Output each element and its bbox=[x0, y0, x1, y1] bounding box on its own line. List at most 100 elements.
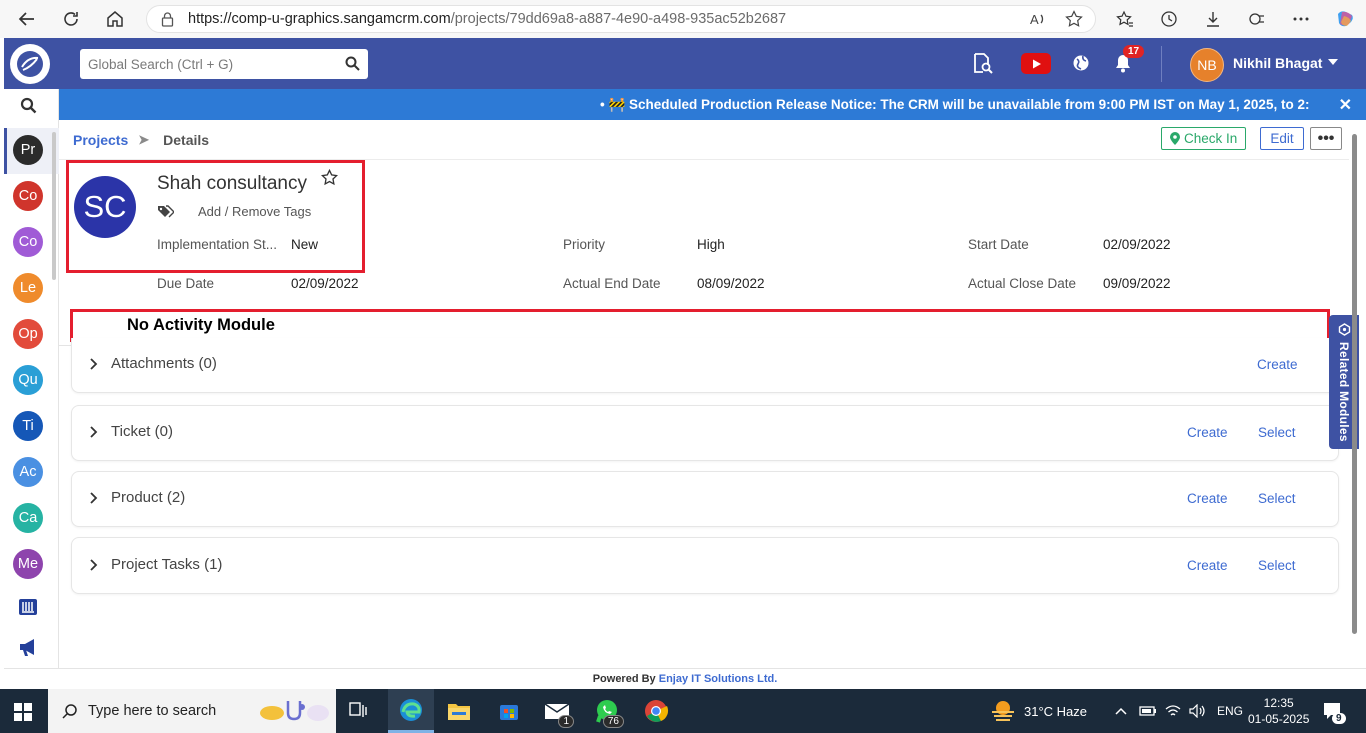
sidebar-item-companies[interactable]: Co bbox=[13, 227, 43, 257]
panel-title-project-tasks[interactable]: Project Tasks (1) bbox=[111, 556, 222, 573]
inventory-icon[interactable] bbox=[18, 598, 38, 616]
footer-prefix: Powered By bbox=[592, 673, 656, 685]
favorite-star-icon[interactable] bbox=[1065, 10, 1083, 28]
globe-icon[interactable] bbox=[1072, 54, 1090, 72]
sidebar-item-opportunities[interactable]: Op bbox=[13, 319, 43, 349]
field-value-actual-end-date: 08/09/2022 bbox=[697, 276, 765, 291]
weather-widget[interactable]: 31°C Haze bbox=[990, 689, 1087, 733]
user-name[interactable]: Nikhil Bhagat bbox=[1233, 55, 1322, 71]
ticket-create-link[interactable]: Create bbox=[1187, 425, 1228, 440]
panel-project-tasks[interactable]: Project Tasks (1) Create Select bbox=[71, 537, 1339, 594]
search-highlight-icon bbox=[258, 697, 330, 725]
attachments-create-link[interactable]: Create bbox=[1257, 357, 1298, 372]
chevron-right-icon[interactable] bbox=[90, 492, 98, 504]
read-aloud-icon[interactable]: A bbox=[1029, 10, 1047, 28]
user-avatar[interactable]: NB bbox=[1190, 48, 1224, 82]
chrome-icon[interactable] bbox=[633, 689, 679, 733]
project-tasks-create-link[interactable]: Create bbox=[1187, 558, 1228, 573]
copilot-icon[interactable] bbox=[1328, 2, 1362, 36]
notification-center-badge: 9 bbox=[1332, 713, 1346, 724]
whatsapp-icon[interactable]: 76 bbox=[584, 689, 630, 733]
sidebar-item-leads[interactable]: Le bbox=[13, 273, 43, 303]
extensions-icon[interactable] bbox=[1240, 2, 1274, 36]
chevron-down-icon[interactable] bbox=[1328, 59, 1338, 65]
input-language[interactable]: ENG bbox=[1217, 704, 1243, 718]
project-tasks-select-link[interactable]: Select bbox=[1258, 558, 1296, 573]
favorites-icon[interactable] bbox=[1108, 2, 1142, 36]
mail-icon[interactable]: 1 bbox=[534, 689, 580, 733]
panel-attachments[interactable]: Attachments (0) Create bbox=[71, 338, 1339, 393]
refresh-icon[interactable] bbox=[54, 2, 88, 36]
panel-title-attachments[interactable]: Attachments (0) bbox=[111, 355, 217, 372]
more-menu-icon[interactable] bbox=[1284, 2, 1318, 36]
sidebar-item-tickets[interactable]: Ti bbox=[13, 411, 43, 441]
product-create-link[interactable]: Create bbox=[1187, 491, 1228, 506]
field-label-due-date: Due Date bbox=[157, 276, 215, 291]
panel-ticket[interactable]: Ticket (0) Create Select bbox=[71, 405, 1339, 461]
more-actions-button[interactable]: ••• bbox=[1310, 127, 1342, 150]
megaphone-icon[interactable] bbox=[18, 637, 40, 657]
global-search-input[interactable]: Global Search (Ctrl + G) bbox=[80, 49, 368, 79]
related-modules-icon bbox=[1338, 323, 1350, 336]
sidebar-item-meetings[interactable]: Me bbox=[13, 549, 43, 579]
file-explorer-icon[interactable] bbox=[436, 689, 482, 733]
release-notice-banner: • 🚧 Scheduled Production Release Notice:… bbox=[59, 89, 1366, 120]
product-select-link[interactable]: Select bbox=[1258, 491, 1296, 506]
breadcrumb-projects-link[interactable]: Projects bbox=[73, 132, 128, 148]
field-value-priority: High bbox=[697, 237, 725, 252]
weather-text: 31°C Haze bbox=[1024, 703, 1088, 719]
sidebar-item-contacts[interactable]: Co bbox=[13, 181, 43, 211]
panel-product[interactable]: Product (2) Create Select bbox=[71, 471, 1339, 527]
main-scrollbar[interactable] bbox=[1352, 134, 1357, 634]
chevron-up-icon[interactable] bbox=[1115, 707, 1127, 715]
chevron-right-icon[interactable] bbox=[90, 426, 98, 438]
app-logo[interactable] bbox=[10, 44, 50, 84]
panel-title-product[interactable]: Product (2) bbox=[111, 489, 185, 506]
microsoft-store-icon[interactable] bbox=[486, 689, 532, 733]
notice-text: • 🚧 Scheduled Production Release Notice:… bbox=[600, 97, 1310, 112]
back-icon[interactable] bbox=[10, 2, 44, 36]
address-bar[interactable]: https://comp-u-graphics.sangamcrm.com/pr… bbox=[146, 5, 1096, 33]
chevron-right-icon[interactable] bbox=[90, 559, 98, 571]
edit-button[interactable]: Edit bbox=[1260, 127, 1304, 150]
document-search-icon[interactable] bbox=[971, 52, 993, 74]
history-icon[interactable] bbox=[1152, 2, 1186, 36]
home-icon[interactable] bbox=[98, 2, 132, 36]
related-modules-label: Related Modules bbox=[1337, 342, 1351, 442]
footer-company-link[interactable]: Enjay IT Solutions Ltd. bbox=[659, 673, 778, 685]
sidebar-item-quotes[interactable]: Qu bbox=[13, 365, 43, 395]
download-icon[interactable] bbox=[1196, 2, 1230, 36]
check-in-button[interactable]: Check In bbox=[1161, 127, 1247, 150]
annotation-box-header bbox=[66, 160, 365, 273]
sidebar-item-activities[interactable]: Ac bbox=[13, 457, 43, 487]
volume-icon[interactable] bbox=[1189, 704, 1205, 718]
battery-icon[interactable] bbox=[1139, 705, 1157, 717]
chevron-right-icon[interactable] bbox=[90, 358, 98, 370]
panel-title-ticket[interactable]: Ticket (0) bbox=[111, 423, 173, 440]
search-icon[interactable] bbox=[345, 56, 360, 71]
youtube-icon[interactable] bbox=[1021, 53, 1051, 74]
breadcrumb-arrow-icon: ➤ bbox=[138, 132, 150, 147]
sidebar-item-campaigns[interactable]: Ca bbox=[13, 503, 43, 533]
annotation-text: No Activity Module bbox=[127, 316, 275, 334]
top-navbar: Global Search (Ctrl + G) 17 NB Nikhil Bh… bbox=[4, 38, 1366, 89]
mail-badge: 1 bbox=[558, 715, 574, 728]
windows-start-icon[interactable] bbox=[14, 703, 32, 721]
sidebar-scrollbar[interactable] bbox=[52, 132, 56, 280]
footer: Powered By Enjay IT Solutions Ltd. bbox=[4, 668, 1366, 689]
url-path: /projects/79dd69a8-a887-4e90-a498-935ac5… bbox=[450, 11, 787, 27]
task-view-icon[interactable] bbox=[336, 689, 382, 733]
close-icon[interactable]: ✕ bbox=[1339, 95, 1352, 115]
topbar-divider bbox=[1161, 46, 1162, 82]
field-label-actual-close-date: Actual Close Date bbox=[968, 276, 1077, 291]
module-sidebar: Pr Co Co Le Op Qu Ti Ac Ca Me bbox=[4, 89, 59, 689]
system-clock[interactable]: 12:35 01-05-2025 bbox=[1248, 695, 1309, 727]
breadcrumb: Projects ➤ Details bbox=[73, 132, 209, 148]
ticket-select-link[interactable]: Select bbox=[1258, 425, 1296, 440]
sidebar-search-icon[interactable] bbox=[20, 97, 37, 114]
edge-browser-icon[interactable] bbox=[388, 689, 434, 733]
notification-center-icon[interactable]: 9 bbox=[1322, 689, 1346, 733]
wifi-icon[interactable] bbox=[1165, 704, 1181, 718]
sidebar-item-projects[interactable]: Pr bbox=[13, 135, 43, 165]
taskbar-search-input[interactable]: Type here to search bbox=[48, 689, 336, 733]
